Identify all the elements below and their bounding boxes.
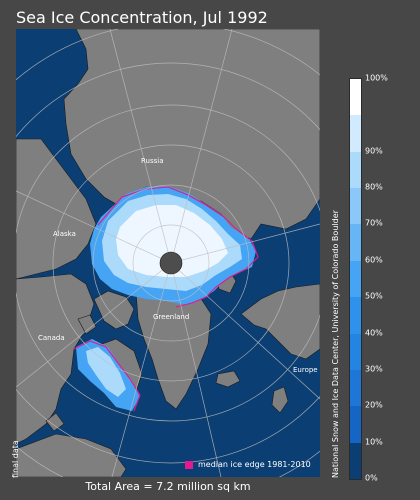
colorbar-tick-label: 30% xyxy=(365,364,383,374)
colorbar-tick-labels: 0% 10% 20% 30% 40% 50% 60% 70% 80% 90% 100% xyxy=(365,74,415,483)
colorbar-tick-label: 70% xyxy=(365,218,383,228)
colorbar-tick-label: 10% xyxy=(365,437,383,447)
map-title: Sea Ice Concentration, Jul 1992 xyxy=(16,8,268,27)
colorbar-tick-label: 100% xyxy=(365,73,388,83)
colorbar-segment xyxy=(350,369,361,407)
colorbar-tick-label: 80% xyxy=(365,182,383,192)
colorbar-tick-label: 20% xyxy=(365,400,383,410)
median-edge-swatch xyxy=(185,460,193,469)
colorbar-segment xyxy=(350,297,361,334)
colorbar-tick-label: 40% xyxy=(365,328,383,338)
concentration-colorbar xyxy=(349,78,362,480)
colorbar-segment xyxy=(350,442,361,479)
label-alaska: Alaska xyxy=(53,230,76,238)
map-canvas: Russia Alaska Canada Greenland Europe xyxy=(16,29,320,477)
colorbar-tick-label: 60% xyxy=(365,255,383,265)
label-canada: Canada xyxy=(38,334,65,342)
final-data-note: final data xyxy=(11,440,20,478)
colorbar-tick-label: 90% xyxy=(365,146,383,156)
nsidc-credit: National Snow and Ice Data Center, Unive… xyxy=(331,210,340,478)
legend: median ice edge 1981-2010 xyxy=(185,460,311,469)
colorbar-segment xyxy=(350,151,361,189)
label-greenland: Greenland xyxy=(153,313,189,321)
colorbar-tick-label: 0% xyxy=(365,473,378,483)
sea-ice-map: Russia Alaska Canada Greenland Europe xyxy=(16,29,320,477)
label-russia: Russia xyxy=(141,157,164,165)
colorbar-segment xyxy=(350,79,361,116)
colorbar-segment xyxy=(350,260,361,298)
colorbar-segment xyxy=(350,224,361,261)
colorbar-segment xyxy=(350,115,361,152)
total-area: Total Area = 7.2 million sq km xyxy=(85,480,251,493)
colorbar-segment xyxy=(350,333,361,370)
colorbar-segment xyxy=(350,406,361,443)
label-europe: Europe xyxy=(293,366,318,374)
colorbar-segment xyxy=(350,188,361,225)
colorbar-tick-label: 50% xyxy=(365,291,383,301)
pole-hole xyxy=(159,251,183,275)
legend-label: median ice edge 1981-2010 xyxy=(198,460,311,469)
